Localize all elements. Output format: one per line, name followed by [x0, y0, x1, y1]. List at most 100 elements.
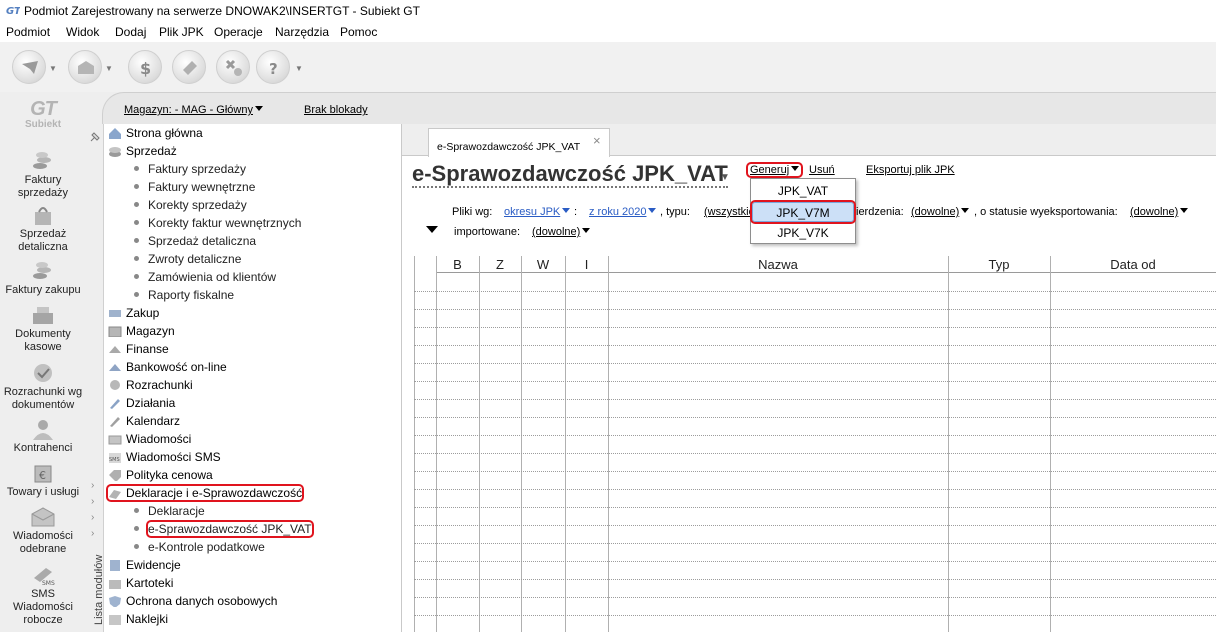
- menu-narzedzia[interactable]: Narzędzia: [275, 25, 329, 39]
- tree-item-naklejki[interactable]: Naklejki: [108, 612, 168, 626]
- column-header-i[interactable]: I: [565, 256, 608, 273]
- toolbar-money-button[interactable]: $: [128, 50, 162, 84]
- menu-item-jpk-v7m[interactable]: JPK_V7M: [750, 200, 856, 224]
- generuj-button[interactable]: Generuj: [745, 162, 804, 178]
- tab-e-sprawozdawczosc-jpk-vat[interactable]: e-Sprawozdawczość JPK_VAT ×: [428, 128, 610, 157]
- grid-row-line: [414, 435, 1216, 436]
- menu-operacje[interactable]: Operacje: [214, 25, 263, 39]
- zatwierdzenia-filter[interactable]: (dowolne): [911, 206, 970, 218]
- tree-item-sprzedaz-detaliczna[interactable]: Sprzedaż detaliczna: [134, 234, 256, 248]
- rok-filter[interactable]: z roku 2020: [589, 206, 657, 218]
- tree-item-e-kontrole-podatkowe[interactable]: e-Kontrole podatkowe: [134, 540, 265, 554]
- title-bar: GT Podmiot Zarejestrowany na serwerze DN…: [0, 0, 1216, 22]
- sidebar-item-kontrahenci[interactable]: Kontrahenci: [0, 418, 86, 455]
- envelope-icon: [31, 507, 55, 527]
- toolbar-note-button[interactable]: [172, 50, 206, 84]
- menu-plik-jpk[interactable]: Plik JPK: [159, 25, 204, 39]
- expand-filters-icon[interactable]: [426, 226, 438, 233]
- chevron-down-icon[interactable]: ▼: [295, 64, 303, 73]
- column-header-w[interactable]: W: [521, 256, 565, 273]
- close-icon[interactable]: ×: [593, 133, 601, 148]
- tree-item-zamowienia-od-klientow[interactable]: Zamówienia od klientów: [134, 270, 276, 284]
- money-icon: [109, 346, 121, 353]
- column-header-z[interactable]: Z: [479, 256, 521, 273]
- grid-column-line: [1050, 256, 1051, 632]
- tree-item-zwroty-detaliczne[interactable]: Zwroty detaliczne: [134, 252, 241, 266]
- chevron-right-icon[interactable]: ›: [91, 528, 94, 539]
- tree-item-faktury-sprzedazy[interactable]: Faktury sprzedaży: [134, 162, 246, 176]
- importowane-filter[interactable]: (dowolne): [532, 226, 591, 238]
- tree-item-faktury-wewnetrzne[interactable]: Faktury wewnętrzne: [134, 180, 255, 194]
- chevron-down-icon[interactable]: ▼: [720, 172, 730, 183]
- tree-item-kartoteki[interactable]: Kartoteki: [108, 576, 173, 590]
- chevron-down-icon[interactable]: ▼: [49, 64, 57, 73]
- chevron-right-icon[interactable]: ›: [91, 512, 94, 523]
- tree-item-rozrachunki[interactable]: Rozrachunki: [108, 378, 193, 392]
- status-label: , o statusie wyeksportowania:: [974, 206, 1118, 218]
- sidebar-item-faktury-sprzedazy[interactable]: Faktury sprzedaży: [0, 150, 86, 200]
- menu-podmiot[interactable]: Podmiot: [6, 25, 50, 39]
- column-header-typ[interactable]: Typ: [948, 256, 1050, 273]
- eksportuj-jpk-button[interactable]: Eksportuj plik JPK: [866, 164, 955, 176]
- tree-item-kalendarz[interactable]: Kalendarz: [108, 414, 180, 428]
- usun-button[interactable]: Usuń: [809, 164, 835, 176]
- column-header-data-od[interactable]: Data od: [1050, 256, 1216, 273]
- tree-item-strona-glowna[interactable]: Strona główna: [108, 126, 203, 140]
- typ-filter[interactable]: (wszystkie: [704, 206, 755, 218]
- sidebar-item-faktury-zakupu[interactable]: Faktury zakupu: [0, 260, 86, 297]
- sidebar-item-sprzedaz-detaliczna[interactable]: Sprzedaż detaliczna: [0, 204, 86, 254]
- tree-item-wiadomosci-sms[interactable]: SMS Wiadomości SMS: [108, 450, 221, 464]
- grid-row-line: [414, 309, 1216, 310]
- blokady-link[interactable]: Brak blokady: [304, 104, 368, 116]
- grid-row-line: [414, 363, 1216, 364]
- chevron-right-icon[interactable]: ›: [91, 480, 94, 491]
- tree-item-wiadomosci[interactable]: Wiadomości: [108, 432, 191, 446]
- tree-item-bankowosc-online[interactable]: Bankowość on-line: [108, 360, 227, 374]
- menu-dodaj[interactable]: Dodaj: [115, 25, 146, 39]
- sidebar-item-rozrachunki[interactable]: Rozrachunki wg dokumentów: [0, 362, 86, 412]
- tree-item-raporty-fiskalne[interactable]: Raporty fiskalne: [134, 288, 234, 302]
- toolbar-tools-button[interactable]: [216, 50, 250, 84]
- tree-item-ewidencje[interactable]: Ewidencje: [108, 558, 181, 572]
- typu-label: , typu:: [660, 206, 690, 218]
- grid-column-line: [608, 256, 609, 632]
- tree-item-ochrona-danych-osobowych[interactable]: Ochrona danych osobowych: [108, 594, 277, 608]
- tree-item-magazyn[interactable]: Magazyn: [108, 324, 175, 338]
- tree-item-korekty-faktur-wewnetrznych[interactable]: Korekty faktur wewnętrznych: [134, 216, 301, 230]
- tree-item-zakup[interactable]: Zakup: [108, 306, 159, 320]
- tree-item-polityka-cenowa[interactable]: Polityka cenowa: [108, 468, 213, 482]
- toolbar-send-button[interactable]: [12, 50, 46, 84]
- toolbar-mail-button[interactable]: [68, 50, 102, 84]
- tree-item-korekty-sprzedazy[interactable]: Korekty sprzedaży: [134, 198, 247, 212]
- okres-jpk-filter[interactable]: okresu JPK: [504, 206, 571, 218]
- menu-item-jpk-v7k[interactable]: JPK_V7K: [752, 223, 854, 243]
- tree-item-e-sprawozdawczosc-jpk-vat[interactable]: e-Sprawozdawczość JPK_VAT: [134, 520, 314, 538]
- grid-column-line: [479, 256, 480, 632]
- tree-item-dzialania[interactable]: Działania: [108, 396, 175, 410]
- page-title: e-Sprawozdawczość JPK_VAT: [412, 161, 728, 188]
- tree-item-deklaracje-i-e-sprawozdawczosc[interactable]: Deklaracje i e-Sprawozdawczość: [105, 484, 305, 502]
- coins-icon: [109, 147, 121, 157]
- chevron-down-icon[interactable]: ▼: [105, 64, 113, 73]
- sidebar-item-towary-i-uslugi[interactable]: € Towary i usługi: [0, 462, 86, 499]
- column-header-nazwa[interactable]: Nazwa: [608, 256, 948, 273]
- tree-item-deklaracje[interactable]: Deklaracje: [134, 504, 205, 518]
- tree-item-sprzedaz[interactable]: Sprzedaż: [108, 144, 177, 158]
- toolbar-help-button[interactable]: ?: [256, 50, 290, 84]
- tree-item-finanse[interactable]: Finanse: [108, 342, 169, 356]
- menu-widok[interactable]: Widok: [66, 25, 99, 39]
- pin-icon[interactable]: [88, 130, 102, 144]
- menu-item-jpk-vat[interactable]: JPK_VAT: [752, 181, 854, 201]
- sidebar-item-wiadomosci-odebrane[interactable]: Wiadomości odebrane: [0, 506, 86, 556]
- sidebar-item-dokumenty-kasowe[interactable]: Dokumenty kasowe: [0, 304, 86, 354]
- coins-icon: [33, 262, 51, 279]
- status-filter[interactable]: (dowolne): [1130, 206, 1189, 218]
- chevron-right-icon[interactable]: ›: [91, 496, 94, 507]
- menu-pomoc[interactable]: Pomoc: [340, 25, 377, 39]
- module-list-strip[interactable]: › › › › Lista modułów: [86, 124, 105, 632]
- column-header-b[interactable]: B: [436, 256, 479, 273]
- send-icon: [22, 61, 38, 74]
- magazyn-selector[interactable]: Magazyn: - MAG - Główny: [124, 104, 263, 116]
- sidebar-item-sms-wiadomosci-robocze[interactable]: SMS SMS Wiadomości robocze: [0, 564, 86, 627]
- bank-icon: [109, 364, 121, 371]
